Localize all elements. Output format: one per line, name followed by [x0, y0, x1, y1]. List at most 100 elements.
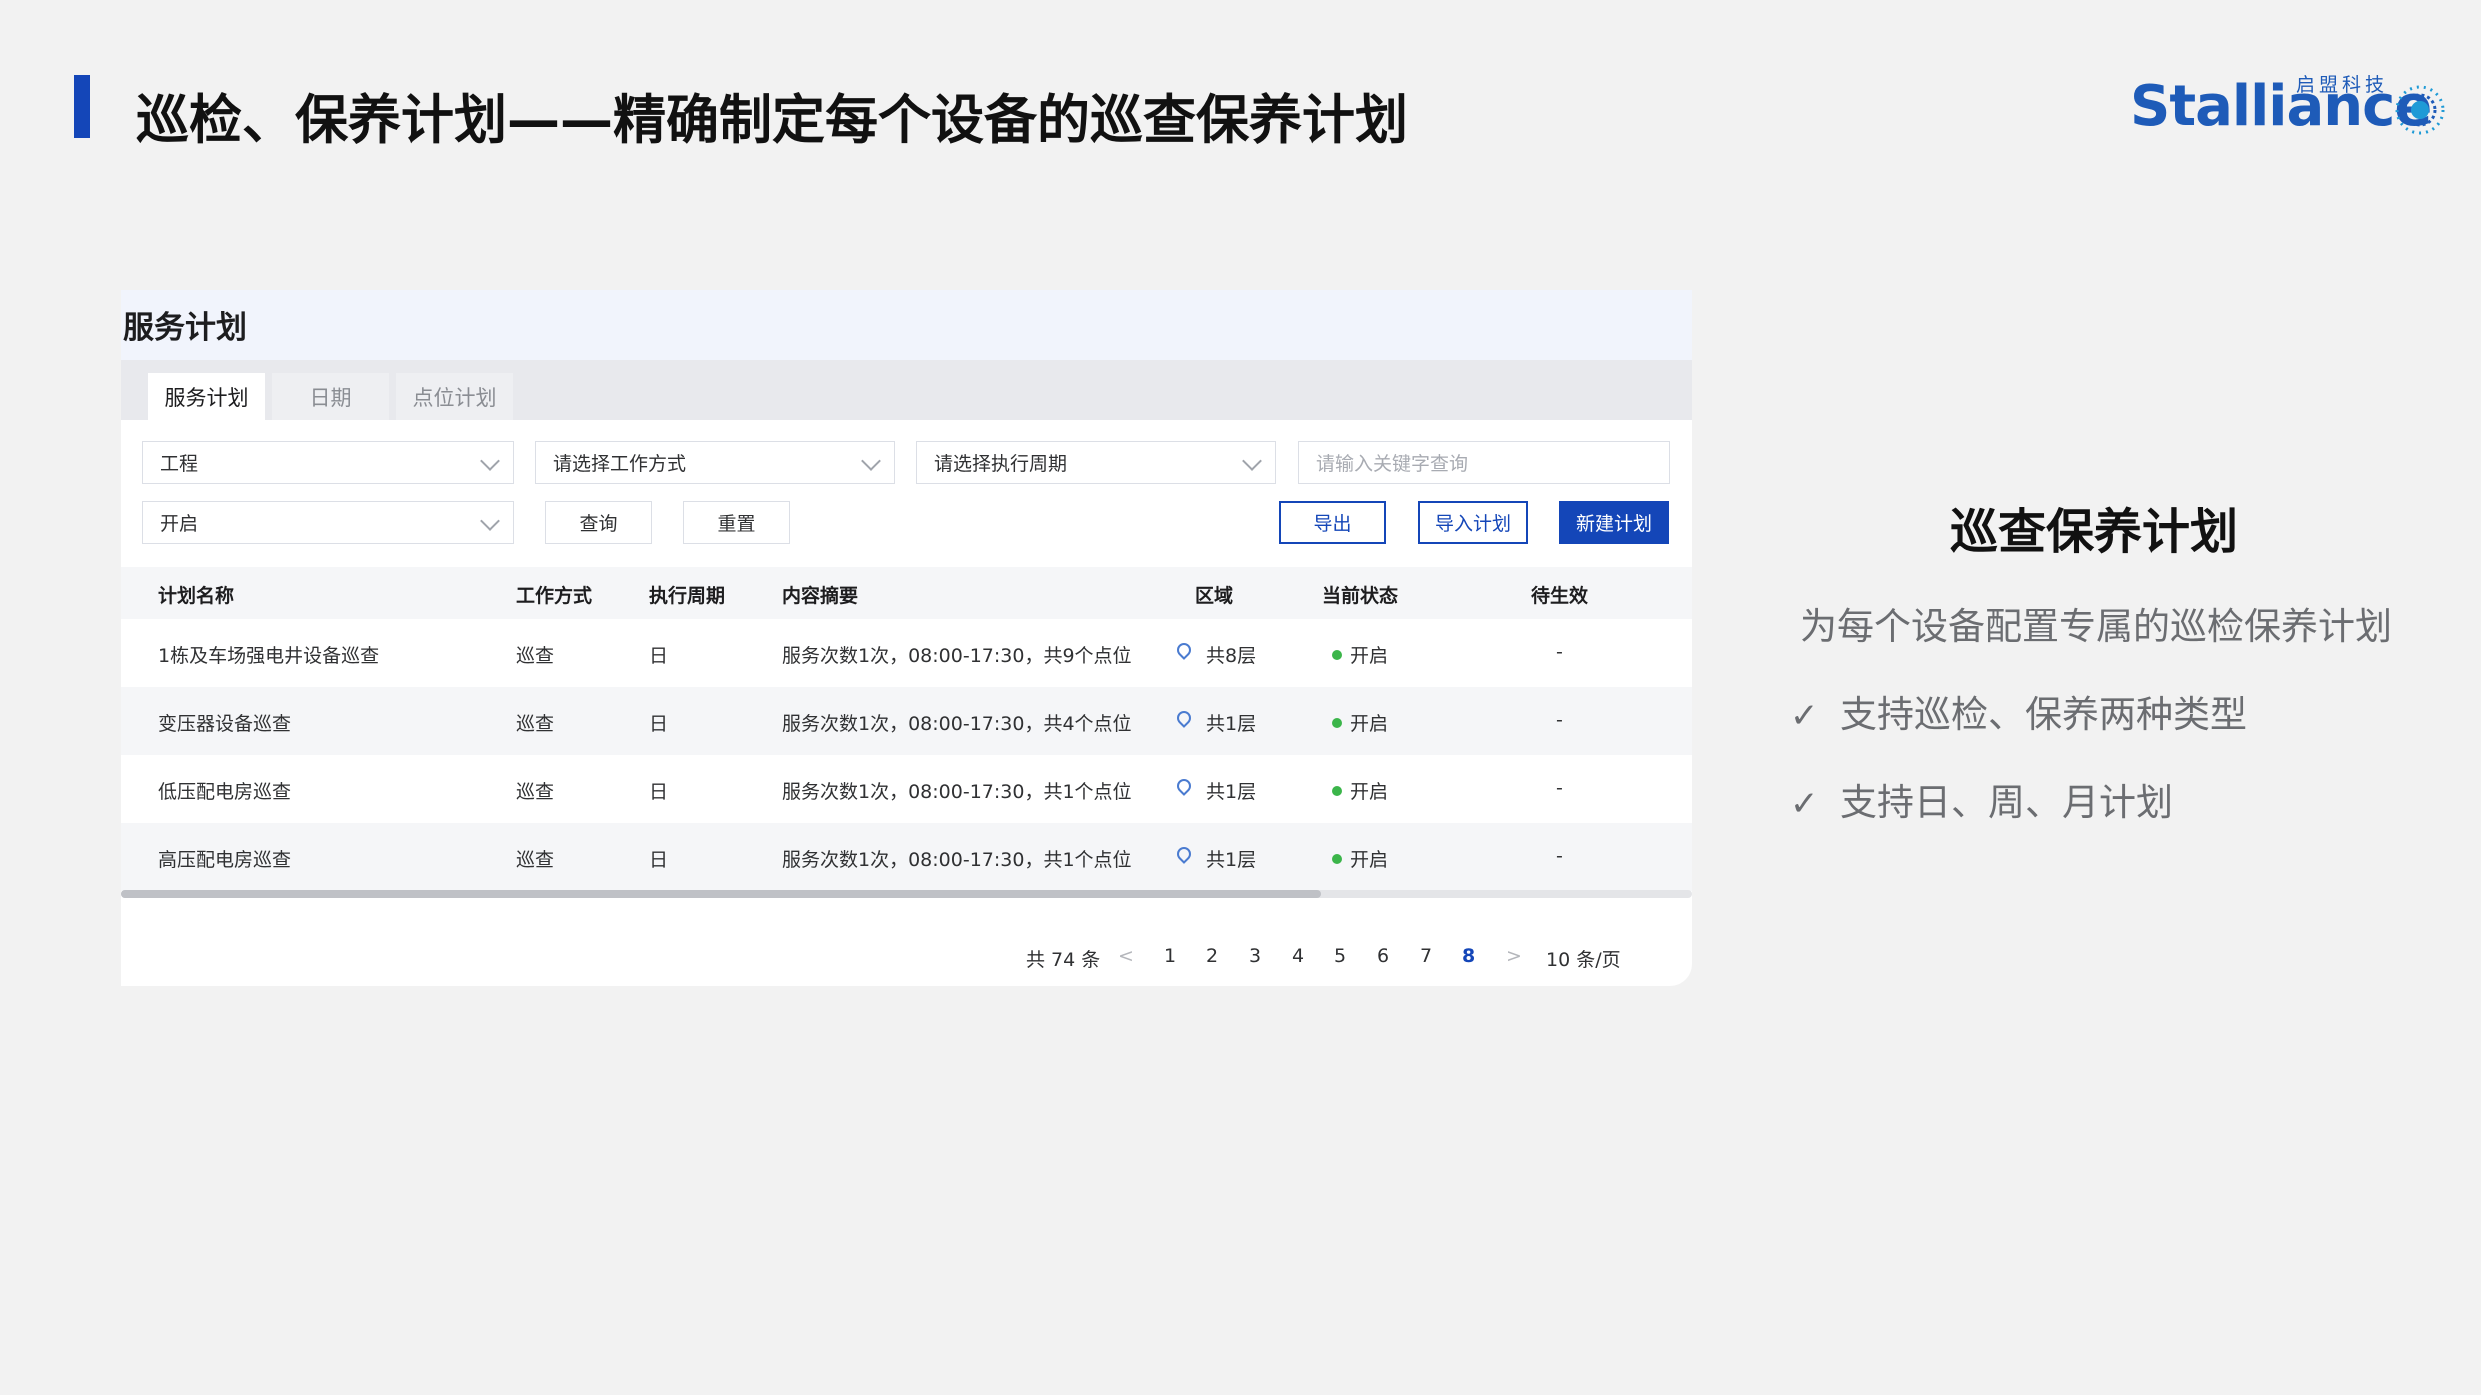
page-3[interactable]: 3 — [1249, 945, 1261, 967]
slide-title: 巡检、保养计划——精确制定每个设备的巡查保养计划 — [136, 90, 1408, 151]
reset-button[interactable]: 重置 — [683, 501, 790, 544]
title-accent-bar — [74, 75, 90, 138]
create-plan-button[interactable]: 新建计划 — [1559, 501, 1669, 544]
page-7[interactable]: 7 — [1420, 945, 1432, 967]
tab-bar: 服务计划 日期 点位计划 — [121, 360, 1692, 420]
pagination-total: 共 74 条 — [1026, 949, 1101, 971]
page-1[interactable]: 1 — [1164, 945, 1176, 967]
check-icon: ✓ — [1790, 784, 1819, 824]
column-area: 区域 — [1195, 585, 1234, 607]
tab-service-plan[interactable]: 服务计划 — [148, 373, 265, 420]
horizontal-scrollbar[interactable] — [121, 890, 1692, 898]
cell-area: 共1层 — [1206, 713, 1257, 735]
cell-cycle: 日 — [649, 713, 669, 735]
cell-status: 开启 — [1350, 713, 1389, 735]
location-pin-icon — [1174, 708, 1194, 728]
query-button[interactable]: 查询 — [545, 501, 652, 544]
logo-sun-icon — [2395, 85, 2445, 135]
chevron-down-icon — [1242, 451, 1262, 471]
cell-work-mode: 巡查 — [516, 781, 555, 803]
table-row[interactable]: 低压配电房巡查 巡查 日 服务次数1次，08:00-17:30，共1个点位 共1… — [121, 755, 1692, 823]
logo-chinese-name: 启盟科技 — [2296, 74, 2389, 96]
status-select[interactable]: 开启 — [142, 501, 514, 544]
cell-area: 共1层 — [1206, 849, 1257, 871]
cell-status: 开启 — [1350, 781, 1389, 803]
work-mode-select-value: 请选择工作方式 — [553, 453, 687, 475]
table-row[interactable]: 高压配电房巡查 巡查 日 服务次数1次，08:00-17:30，共1个点位 共1… — [121, 823, 1692, 891]
page-8-current[interactable]: 8 — [1462, 945, 1475, 967]
feature-bullet: ✓ 支持巡检、保养两种类型 — [1790, 684, 2247, 738]
page-size-select[interactable]: 10 条/页 — [1546, 945, 1621, 972]
cell-work-mode: 巡查 — [516, 645, 555, 667]
column-cycle: 执行周期 — [649, 585, 726, 607]
pagination-next-icon[interactable]: > — [1506, 945, 1522, 967]
tab-date[interactable]: 日期 — [272, 373, 389, 420]
cell-summary: 服务次数1次，08:00-17:30，共9个点位 — [782, 645, 1132, 667]
tab-point-plan[interactable]: 点位计划 — [396, 373, 513, 420]
chevron-down-icon — [480, 451, 500, 471]
table-row[interactable]: 1栋及车场强电井设备巡查 巡查 日 服务次数1次，08:00-17:30，共9个… — [121, 619, 1692, 687]
page-4[interactable]: 4 — [1292, 945, 1304, 967]
keyword-search-input[interactable]: 请输入关键字查询 — [1298, 441, 1670, 484]
cell-plan-name: 变压器设备巡查 — [158, 713, 292, 735]
cell-plan-name: 低压配电房巡查 — [158, 781, 292, 803]
feature-bullet-text: 支持日、周、月计划 — [1840, 781, 2173, 824]
cell-work-mode: 巡查 — [516, 849, 555, 871]
pagination-prev-icon[interactable]: < — [1118, 945, 1134, 967]
page-6[interactable]: 6 — [1377, 945, 1389, 967]
cell-status: 开启 — [1350, 849, 1389, 871]
cell-plan-name: 高压配电房巡查 — [158, 849, 292, 871]
panel-header: 服务计划 — [121, 290, 1692, 360]
cell-area: 共8层 — [1206, 645, 1257, 667]
status-dot-icon — [1332, 854, 1342, 864]
export-button[interactable]: 导出 — [1279, 501, 1386, 544]
table-row[interactable]: 变压器设备巡查 巡查 日 服务次数1次，08:00-17:30，共4个点位 共1… — [121, 687, 1692, 755]
status-dot-icon — [1332, 650, 1342, 660]
feature-bullet-text: 支持巡检、保养两种类型 — [1840, 693, 2247, 736]
work-mode-select[interactable]: 请选择工作方式 — [535, 441, 895, 484]
cell-status: 开启 — [1350, 645, 1389, 667]
column-status: 当前状态 — [1322, 585, 1399, 607]
cell-summary: 服务次数1次，08:00-17:30，共1个点位 — [782, 849, 1132, 871]
location-pin-icon — [1174, 640, 1194, 660]
status-dot-icon — [1332, 786, 1342, 796]
column-pending: 待生效 — [1531, 585, 1589, 607]
import-plan-button[interactable]: 导入计划 — [1418, 501, 1528, 544]
cell-pending: - — [1556, 709, 1563, 731]
location-pin-icon — [1174, 776, 1194, 796]
service-plan-panel: 服务计划 服务计划 日期 点位计划 工程 请选择工作方式 请选择执行周期 请输入… — [121, 290, 1692, 986]
cell-summary: 服务次数1次，08:00-17:30，共4个点位 — [782, 713, 1132, 735]
chevron-down-icon — [480, 511, 500, 531]
cell-pending: - — [1556, 845, 1563, 867]
cell-work-mode: 巡查 — [516, 713, 555, 735]
feature-title: 巡查保养计划 — [1950, 504, 2239, 560]
cycle-select-value: 请选择执行周期 — [934, 453, 1068, 475]
chevron-down-icon — [861, 451, 881, 471]
cell-plan-name: 1栋及车场强电井设备巡查 — [158, 645, 380, 667]
cell-cycle: 日 — [649, 849, 669, 871]
cell-cycle: 日 — [649, 645, 669, 667]
check-icon: ✓ — [1790, 696, 1819, 736]
cycle-select[interactable]: 请选择执行周期 — [916, 441, 1276, 484]
panel-title: 服务计划 — [123, 310, 247, 346]
cell-summary: 服务次数1次，08:00-17:30，共1个点位 — [782, 781, 1132, 803]
status-select-value: 开启 — [160, 513, 199, 535]
cell-pending: - — [1556, 641, 1563, 663]
cell-cycle: 日 — [649, 781, 669, 803]
keyword-search-placeholder: 请输入关键字查询 — [1316, 453, 1469, 475]
feature-bullet: ✓ 支持日、周、月计划 — [1790, 772, 2173, 826]
table-header: 计划名称 工作方式 执行周期 内容摘要 区域 当前状态 待生效 — [121, 567, 1692, 619]
project-select[interactable]: 工程 — [142, 441, 514, 484]
cell-area: 共1层 — [1206, 781, 1257, 803]
page-5[interactable]: 5 — [1334, 945, 1346, 967]
status-dot-icon — [1332, 718, 1342, 728]
column-plan-name: 计划名称 — [158, 585, 235, 607]
project-select-value: 工程 — [160, 453, 199, 475]
column-summary: 内容摘要 — [782, 585, 859, 607]
location-pin-icon — [1174, 844, 1194, 864]
cell-pending: - — [1556, 777, 1563, 799]
page-2[interactable]: 2 — [1206, 945, 1218, 967]
company-logo: Stalliance 启盟科技 — [2130, 70, 2450, 150]
feature-subtitle: 为每个设备配置专属的巡检保养计划 — [1800, 605, 2392, 648]
scrollbar-thumb[interactable] — [121, 890, 1321, 898]
